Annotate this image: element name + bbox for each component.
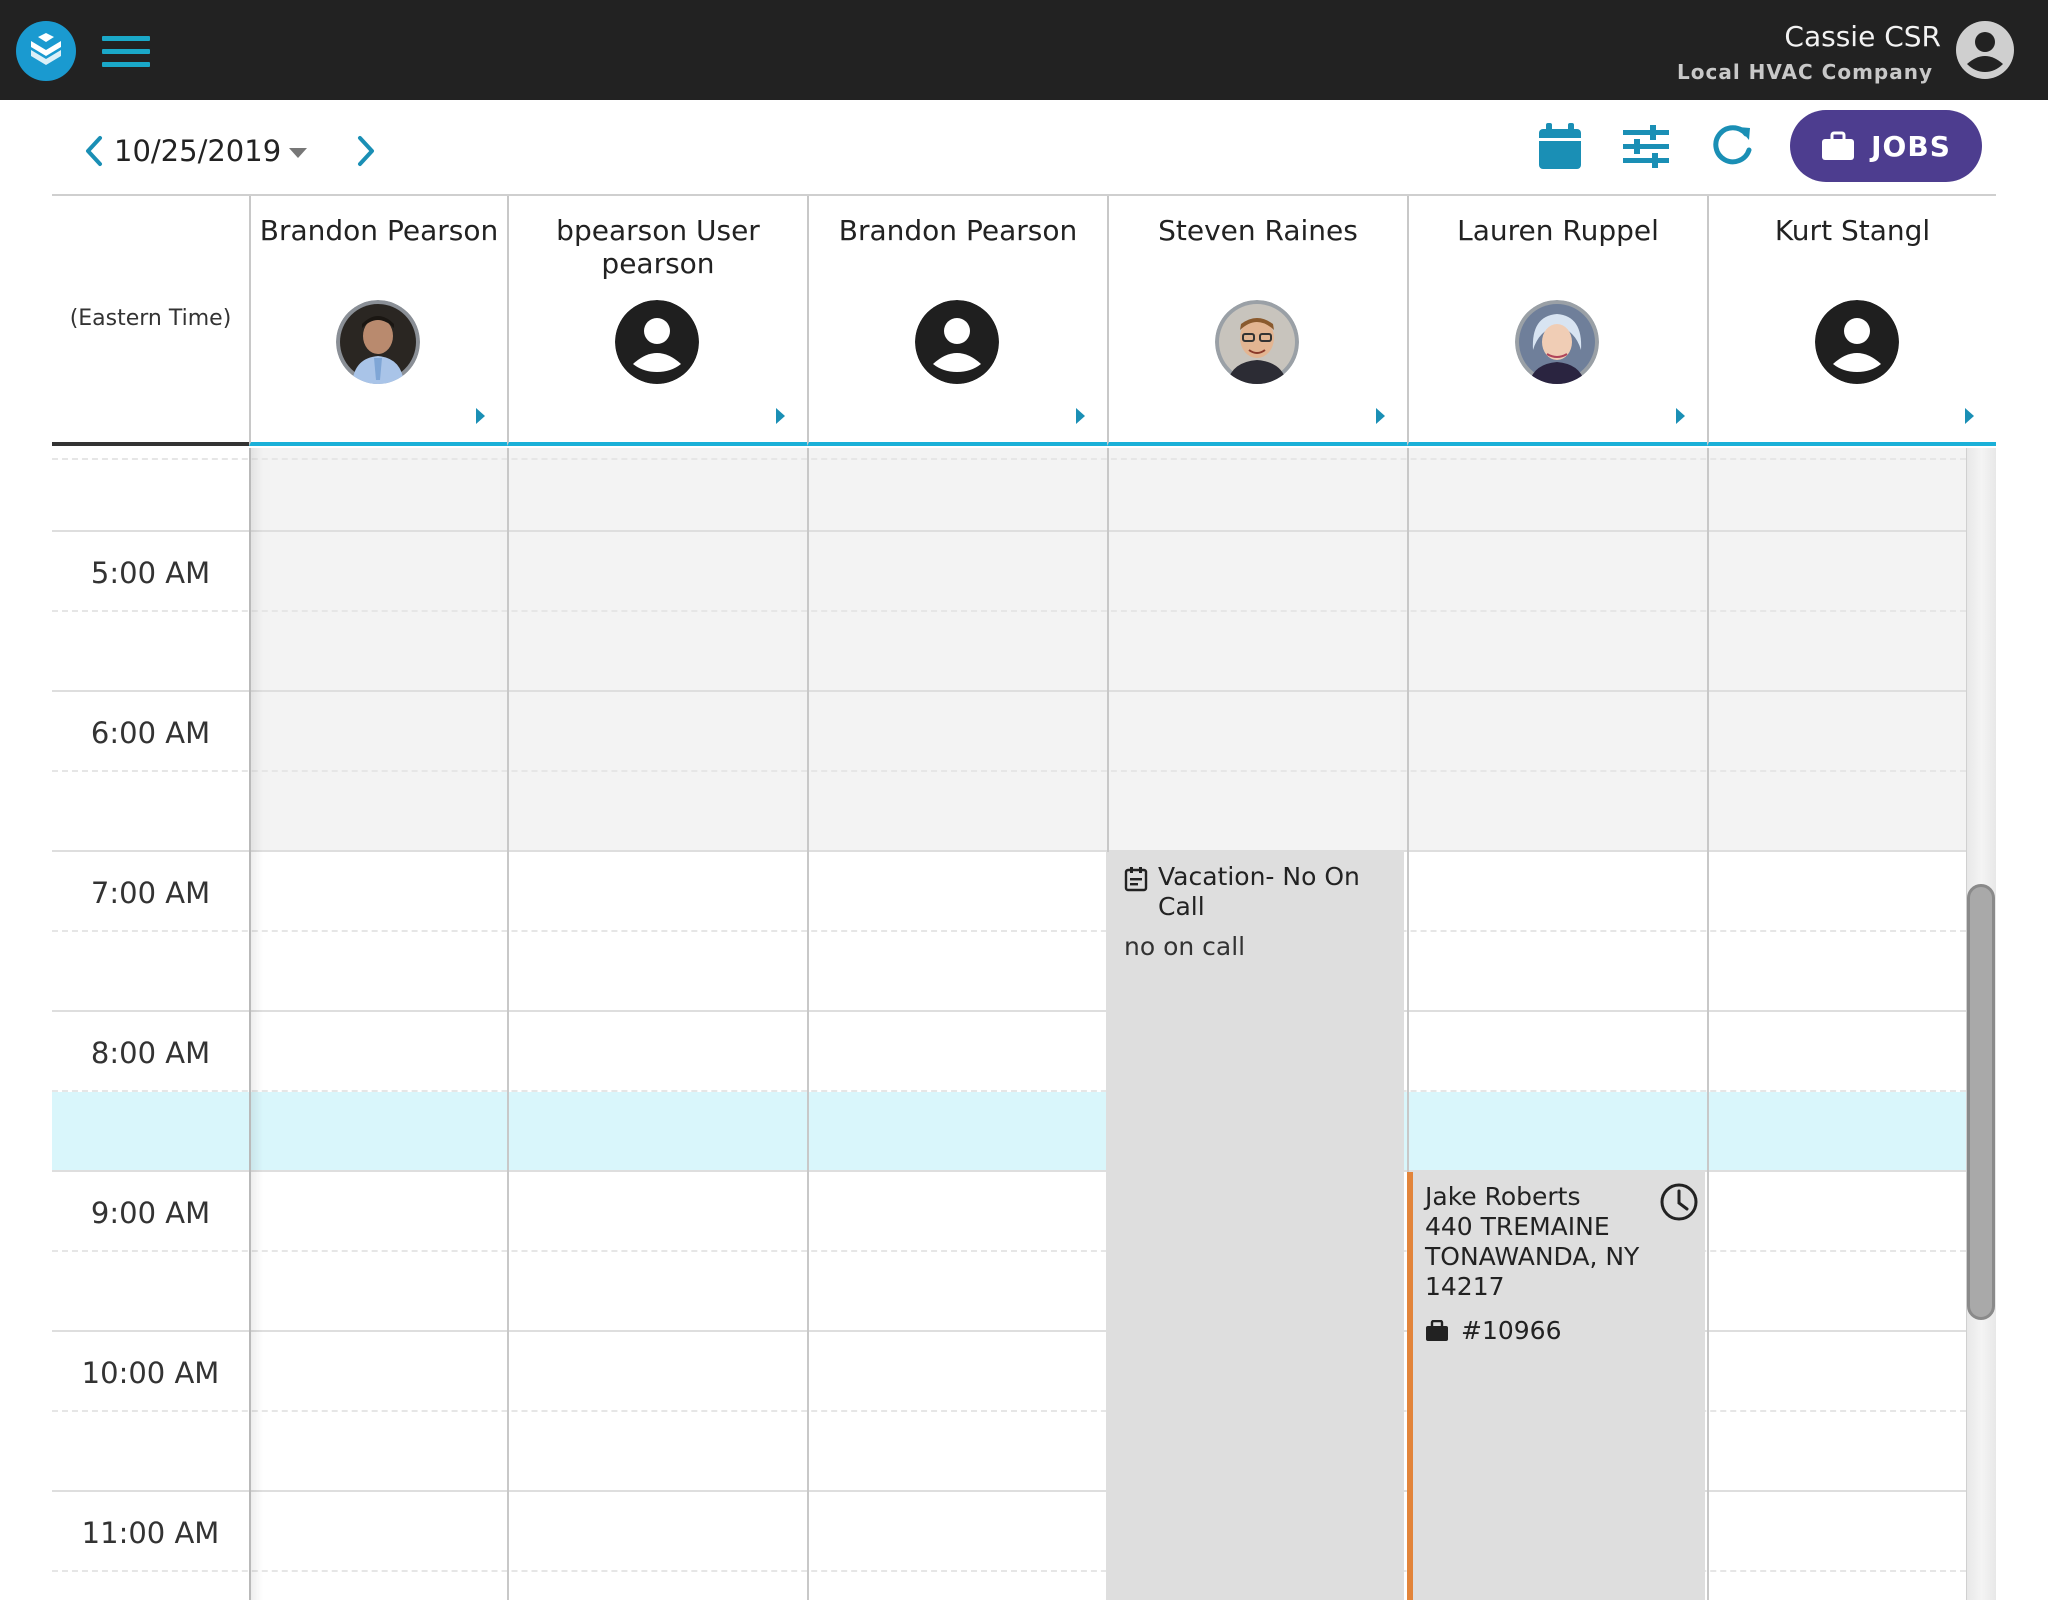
technician-header[interactable]: Kurt Stangl (1707, 196, 1996, 446)
expand-arrow-icon[interactable] (776, 408, 785, 424)
vacation-title: Vacation- No On Call (1158, 862, 1360, 921)
column-divider (507, 448, 509, 1600)
company-name: Local HVAC Company (1677, 60, 1933, 84)
hour-line (52, 530, 1966, 532)
expand-arrow-icon[interactable] (476, 408, 485, 424)
hour-line (52, 1010, 1966, 1012)
technician-avatar-photo (336, 300, 420, 384)
job-event-card[interactable]: Jake Roberts 440 TREMAINE TONAWANDA, NY … (1407, 1172, 1705, 1600)
chevron-left-icon[interactable] (80, 134, 108, 168)
account-circle-icon[interactable] (1955, 20, 2015, 80)
technician-header[interactable]: Brandon Pearson (249, 196, 507, 446)
expand-arrow-icon[interactable] (1076, 408, 1085, 424)
top-navigation-bar: Cassie CSR Local HVAC Company (0, 0, 2048, 100)
column-divider (249, 448, 251, 1600)
vacation-note: no on call (1124, 932, 1246, 961)
job-zip: 14217 (1425, 1272, 1505, 1301)
job-address-line2: TONAWANDA, NY (1425, 1242, 1640, 1271)
schedule-toolbar: JOBS (0, 100, 2048, 195)
briefcase-icon (1822, 131, 1855, 160)
technician-header[interactable]: bpearson User pearson (507, 196, 807, 446)
hour-line (52, 690, 1966, 692)
timezone-cell: (Eastern Time) (52, 196, 249, 446)
half-hour-line (52, 610, 1966, 612)
technician-header[interactable]: Lauren Ruppel (1407, 196, 1707, 446)
column-divider (1707, 448, 1709, 1600)
calendar-note-icon (1124, 867, 1148, 892)
time-slot-label: 7:00 AM (90, 876, 211, 910)
default-user-icon (615, 300, 699, 384)
jobs-button[interactable]: JOBS (1790, 110, 1982, 182)
hamburger-menu-icon[interactable] (102, 34, 152, 70)
hour-line (52, 850, 1966, 852)
expand-arrow-icon[interactable] (1676, 408, 1685, 424)
job-address-line1: 440 TREMAINE (1425, 1212, 1610, 1241)
technician-header[interactable]: Steven Raines (1107, 196, 1407, 446)
schedule-body: 5:00 AM 6:00 AM 7:00 AM 8:00 AM 9:00 AM … (52, 448, 1996, 1600)
column-divider (807, 448, 809, 1600)
technician-avatar-photo (1515, 300, 1599, 384)
expand-arrow-icon[interactable] (1965, 408, 1974, 424)
filter-sliders-icon[interactable] (1620, 120, 1672, 172)
time-slot-label: 6:00 AM (90, 716, 211, 750)
job-customer-name: Jake Roberts (1425, 1182, 1581, 1211)
technician-name: Brandon Pearson (838, 214, 1078, 247)
technician-name: Steven Raines (1158, 214, 1358, 247)
job-number: #10966 (1461, 1316, 1562, 1345)
vacation-title-row: Vacation- No On Call (1124, 862, 1394, 922)
current-date: 10/25/2019 (114, 134, 282, 168)
technician-header-row: (Eastern Time) Brandon Pearson bpearson … (52, 196, 1996, 446)
timezone-label: (Eastern Time) (69, 306, 232, 331)
time-slot-label: 8:00 AM (90, 1036, 211, 1070)
app-logo-icon[interactable] (16, 21, 76, 81)
half-hour-line (52, 1090, 1966, 1092)
technician-name: Lauren Ruppel (1457, 214, 1659, 247)
time-slot-label: 9:00 AM (90, 1196, 211, 1230)
briefcase-icon (1426, 1319, 1448, 1341)
dropdown-caret-icon (289, 148, 308, 158)
jobs-button-label: JOBS (1871, 129, 1951, 163)
half-hour-line (52, 930, 1966, 932)
time-slot-label: 11:00 AM (81, 1516, 220, 1550)
scrollbar-thumb[interactable] (1967, 884, 1995, 1320)
half-hour-line (52, 458, 1966, 460)
refresh-icon[interactable] (1706, 120, 1758, 172)
time-column: 5:00 AM 6:00 AM 7:00 AM 8:00 AM 9:00 AM … (52, 448, 249, 1600)
current-time-band (52, 1092, 1966, 1172)
vacation-event-card[interactable]: Vacation- No On Call no on call (1106, 852, 1404, 1600)
expand-arrow-icon[interactable] (1376, 408, 1385, 424)
time-slot-label: 10:00 AM (81, 1356, 220, 1390)
technician-name: bpearson User pearson (556, 214, 760, 280)
default-user-icon (1815, 300, 1899, 384)
technician-header[interactable]: Brandon Pearson (807, 196, 1107, 446)
chevron-right-icon[interactable] (352, 134, 380, 168)
half-hour-line (52, 770, 1966, 772)
technician-avatar-photo (1215, 300, 1299, 384)
user-name: Cassie CSR (1784, 20, 1941, 53)
default-user-icon (915, 300, 999, 384)
technician-name: Brandon Pearson (259, 214, 499, 247)
time-slot-label: 5:00 AM (90, 556, 211, 590)
dispatch-schedule-grid: (Eastern Time) Brandon Pearson bpearson … (52, 194, 1996, 1600)
job-number-row: #10966 (1425, 1316, 1561, 1345)
technician-name: Kurt Stangl (1774, 214, 1931, 247)
date-picker[interactable]: 10/25/2019 (114, 133, 308, 169)
calendar-icon[interactable] (1534, 120, 1586, 172)
clock-icon (1660, 1183, 1698, 1221)
